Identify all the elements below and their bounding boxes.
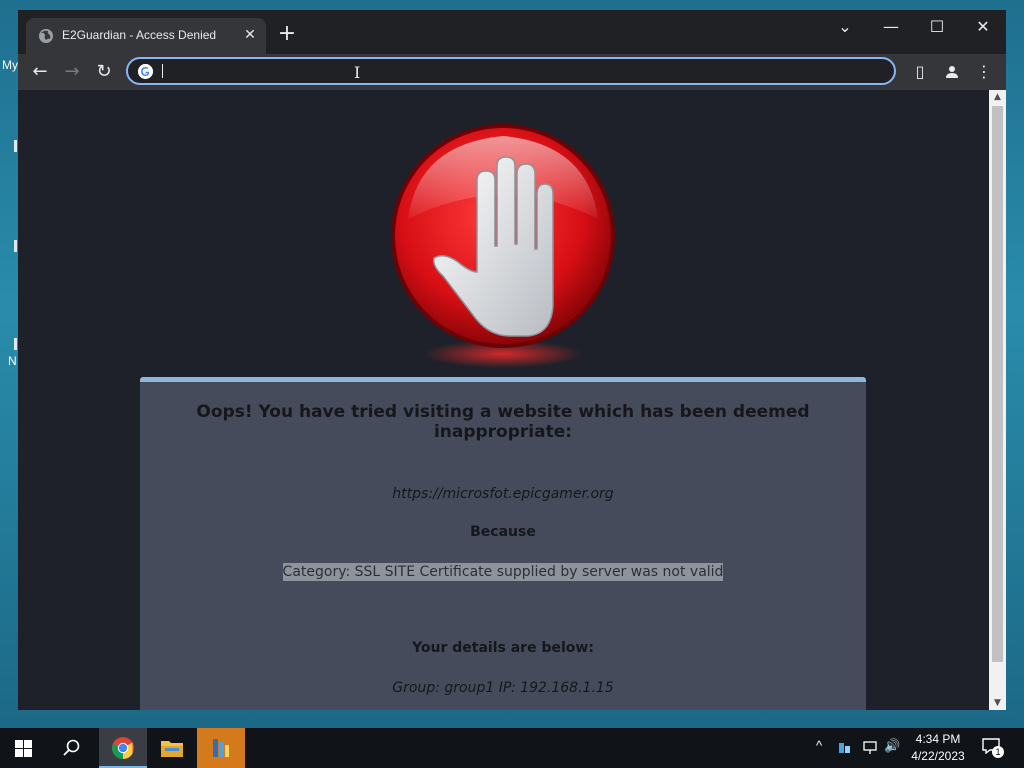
tab-title: E2Guardian - Access Denied	[62, 28, 217, 42]
start-button[interactable]	[0, 728, 48, 768]
network-app-icon	[213, 739, 229, 757]
browser-toolbar: ← → ↻ I ▯ ⋮	[18, 54, 1006, 90]
stop-hand-icon	[391, 124, 615, 368]
desktop-icon	[14, 140, 17, 152]
new-tab-button[interactable]: +	[276, 23, 298, 46]
desktop-icon	[14, 240, 17, 252]
taskbar-file-explorer[interactable]	[148, 728, 196, 768]
network-status-icon[interactable]	[838, 741, 852, 755]
clock[interactable]: 4:34 PM 4/22/2023	[906, 731, 970, 765]
minimize-button[interactable]: —	[868, 14, 914, 40]
clock-time: 4:34 PM	[915, 732, 961, 746]
globe-icon	[39, 29, 53, 43]
windows-icon	[15, 740, 32, 757]
search-icon	[63, 739, 80, 756]
block-heading: Oops! You have tried visiting a website …	[196, 402, 810, 442]
scroll-up-arrow[interactable]: ▲	[989, 90, 1006, 104]
address-bar[interactable]: I	[126, 57, 896, 85]
profile-button[interactable]	[940, 60, 964, 84]
reload-button[interactable]: ↻	[92, 60, 116, 84]
close-icon[interactable]: ✕	[242, 27, 258, 43]
group-ip-info: Group: group1 IP: 192.168.1.15	[392, 680, 614, 696]
desktop-icon-label: N	[8, 354, 17, 368]
tab-access-denied[interactable]: E2Guardian - Access Denied ✕	[26, 18, 266, 54]
google-icon	[138, 64, 153, 79]
block-message-panel: Oops! You have tried visiting a website …	[140, 377, 866, 710]
block-reason: Category: SSL SITE Certificate supplied …	[282, 563, 724, 581]
search-button[interactable]	[48, 728, 96, 768]
tray-chevron-icon[interactable]: ^	[816, 738, 822, 753]
maximize-button[interactable]: ☐	[914, 14, 960, 40]
scroll-down-arrow[interactable]: ▼	[989, 696, 1006, 710]
wired-network-icon[interactable]	[862, 741, 878, 755]
side-panel-button[interactable]: ▯	[908, 60, 932, 84]
ibeam-cursor-icon: I	[354, 63, 361, 82]
desktop-icon	[14, 338, 17, 350]
menu-button[interactable]: ⋮	[972, 60, 996, 84]
chrome-icon	[112, 737, 134, 759]
notification-button[interactable]: 1	[982, 738, 1004, 758]
forward-button[interactable]: →	[60, 60, 84, 84]
taskbar: ^ 🔊 4:34 PM 4/22/2023 1	[0, 728, 1024, 768]
details-heading: Your details are below:	[412, 640, 594, 656]
folder-icon	[161, 741, 183, 757]
close-window-button[interactable]: ✕	[960, 14, 1006, 40]
notification-count: 1	[992, 746, 1004, 758]
taskbar-chrome[interactable]	[99, 728, 147, 768]
desktop-icon-label: My	[2, 58, 18, 72]
back-button[interactable]: ←	[28, 60, 52, 84]
scroll-thumb[interactable]	[992, 106, 1003, 662]
clock-date: 4/22/2023	[911, 749, 965, 763]
page-viewport: Oops! You have tried visiting a website …	[18, 90, 989, 710]
because-label: Because	[470, 524, 536, 540]
url-input[interactable]	[160, 61, 884, 83]
browser-window: E2Guardian - Access Denied ✕ + ⌄ — ☐ ✕ ←…	[18, 10, 1006, 710]
volume-icon[interactable]: 🔊	[884, 738, 900, 754]
taskbar-app[interactable]	[197, 728, 245, 768]
profile-icon	[946, 66, 958, 78]
tab-search-button[interactable]: ⌄	[822, 14, 868, 40]
text-caret	[162, 64, 163, 78]
title-bar: E2Guardian - Access Denied ✕ + ⌄ — ☐ ✕	[18, 10, 1006, 54]
blocked-url: https://microsfot.epicgamer.org	[392, 486, 614, 502]
vertical-scrollbar[interactable]: ▲ ▼	[989, 90, 1006, 710]
